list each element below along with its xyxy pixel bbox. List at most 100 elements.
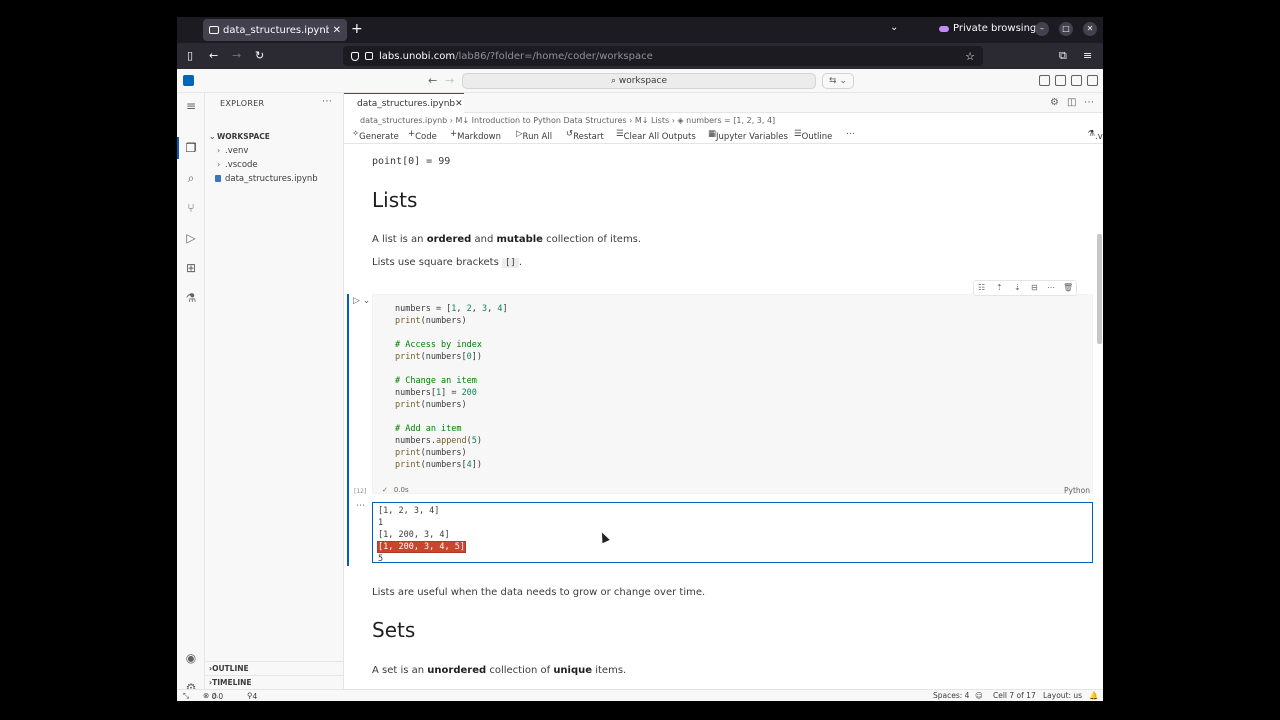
toggle-secondary-sidebar-icon[interactable]	[1087, 75, 1098, 86]
jupyter-variables-button[interactable]: ▦ Jupyter Variables	[708, 129, 788, 142]
menu-icon[interactable]: ≡	[1083, 49, 1092, 62]
code-cell[interactable]: numbers = [1, 2, 3, 4] print(numbers) # …	[372, 294, 1093, 494]
delete-cell-icon[interactable]: 🗑	[1063, 283, 1073, 292]
file-item-notebook[interactable]: data_structures.ipynb	[205, 172, 344, 186]
chevron-right-icon: ›	[217, 146, 221, 155]
search-icon: ⌕	[610, 76, 619, 86]
execution-time: 0.0s	[393, 486, 409, 494]
breadcrumb-subsection[interactable]: M↓ Lists	[635, 116, 669, 125]
ports-indicator[interactable]: ⚲ 4	[247, 691, 257, 701]
bookmark-star-icon[interactable]: ☆	[965, 50, 975, 63]
extensions-icon[interactable]: ⊞	[184, 261, 198, 275]
reload-icon[interactable]: ↻	[255, 49, 264, 62]
restart-button[interactable]: ↺ Restart	[566, 129, 604, 142]
breadcrumb: data_structures.ipynb › M↓ Introduction …	[360, 116, 776, 125]
copilot-icon[interactable]: ☺	[975, 691, 983, 700]
more-actions-icon[interactable]: ⋯	[322, 96, 332, 107]
layout-grid-icon[interactable]	[1039, 75, 1050, 86]
editor-scrollbar[interactable]	[1097, 234, 1102, 344]
problems-indicator[interactable]: ⊗ 0 ⚠ 0	[203, 691, 223, 701]
kernel-picker[interactable]: ⚗ .venv (Python 3.12.7)	[1087, 129, 1103, 142]
more-actions-icon[interactable]: ⋯	[846, 129, 855, 139]
explorer-files-icon[interactable]: ❐	[184, 141, 198, 155]
file-item-venv[interactable]: › .venv	[205, 144, 344, 158]
lists-paragraph-2: Lists use square brackets [].	[372, 257, 523, 268]
back-arrow-icon[interactable]: ←	[428, 74, 437, 87]
notifications-bell-icon[interactable]: 🔔	[1089, 691, 1098, 700]
command-center[interactable]: ⌕ workspace	[462, 73, 816, 89]
notebook-content: point[0] = 99 Lists A list is an ordered…	[344, 144, 1103, 689]
forward-arrow-icon[interactable]: →	[445, 74, 454, 87]
testing-flask-icon[interactable]: ⚗	[184, 291, 198, 305]
output-more-icon[interactable]: ⋯	[356, 501, 365, 511]
close-tab-icon[interactable]: ✕	[333, 25, 341, 36]
more-actions-icon[interactable]: ⋯	[1084, 97, 1094, 108]
sets-heading: Sets	[372, 618, 416, 642]
add-code-button[interactable]: + Code	[408, 129, 437, 142]
run-debug-icon[interactable]: ▷	[184, 231, 198, 245]
keyboard-layout-indicator[interactable]: Layout: us	[1043, 691, 1082, 700]
output-line: [1, 2, 3, 4]	[378, 506, 440, 516]
cell-output[interactable]: [1, 2, 3, 4] 1 [1, 200, 3, 4] [1, 200, 3…	[372, 502, 1093, 564]
indentation-indicator[interactable]: Spaces: 4	[933, 691, 969, 700]
editor-tab-notebook[interactable]: data_structures.ipynb ✕	[344, 93, 464, 113]
toggle-sidebar-icon[interactable]	[1055, 75, 1066, 86]
new-tab-icon[interactable]: +	[351, 21, 363, 37]
code-editor[interactable]: numbers = [1, 2, 3, 4] print(numbers) # …	[395, 303, 508, 471]
forward-arrow-icon[interactable]: →	[232, 49, 241, 62]
cell-position-indicator[interactable]: Cell 7 of 17	[993, 691, 1036, 700]
command-center-label: workspace	[618, 76, 668, 86]
split-editor-icon[interactable]: ◫	[1067, 97, 1076, 108]
output-line: [1, 200, 3, 4]	[378, 530, 450, 540]
screen-frame: data_structures.ipynb - w ✕ + ⌄ Private …	[177, 17, 1103, 701]
explorer-sidebar: EXPLORER ⋯ ⌄WORKSPACE › .venv › .vscode da…	[205, 93, 344, 689]
chevron-down-icon: ⌄	[209, 132, 216, 141]
workspace-label: WORKSPACE	[217, 132, 270, 141]
breadcrumb-file[interactable]: data_structures.ipynb	[360, 116, 447, 125]
sidebar-toggle-icon[interactable]: ▯	[187, 49, 193, 62]
workspace-section[interactable]: ⌄WORKSPACE	[205, 130, 344, 144]
explorer-title: EXPLORER	[220, 99, 265, 108]
add-markdown-button[interactable]: + Markdown	[450, 129, 501, 142]
breadcrumb-section[interactable]: M↓ Introduction to Python Data Structure…	[456, 116, 627, 125]
back-arrow-icon[interactable]: ←	[209, 49, 218, 62]
toggle-panel-icon[interactable]	[1071, 75, 1082, 86]
outline-section[interactable]: ›OUTLINE	[205, 661, 344, 675]
more-actions-icon[interactable]: ⋯	[1047, 283, 1055, 292]
lists-paragraph-1: A list is an ordered and mutable collect…	[372, 234, 642, 245]
file-name: .venv	[225, 146, 249, 156]
clear-outputs-button[interactable]: ☰ Clear All Outputs	[616, 129, 696, 142]
url-bar[interactable]: labs.unobi.com /lab86/?folder=/home/code…	[343, 46, 983, 66]
browser-tab[interactable]: data_structures.ipynb - w ✕	[203, 19, 347, 41]
outline-button[interactable]: ☰ Outline	[794, 129, 832, 142]
maximize-icon[interactable]: □	[1059, 22, 1073, 36]
file-name: .vscode	[225, 160, 258, 170]
status-bar: ⤡ ⊗ 0 ⚠ 0 ⚲ 4 Spaces: 4 ☺ Cell 7 of 17 L…	[177, 689, 1103, 701]
run-cell-icon[interactable]: ▷ ⌄	[353, 296, 370, 306]
generate-button[interactable]: ✧ Generate	[352, 129, 399, 142]
chevron-down-icon[interactable]: ⌄	[890, 22, 898, 33]
file-item-vscode[interactable]: › .vscode	[205, 158, 344, 172]
timeline-section[interactable]: ›TIMELINE	[205, 675, 344, 689]
gear-icon[interactable]: ⚙	[1050, 97, 1059, 108]
browser-tab-bar: data_structures.ipynb - w ✕ + ⌄ Private …	[177, 17, 1103, 43]
hamburger-menu-icon[interactable]: ≡	[184, 99, 198, 113]
vscode-title-bar: ← → ⌕ workspace ⇆ ⌄	[177, 69, 1103, 93]
run-all-button[interactable]: ▷ Run All	[516, 129, 552, 142]
account-icon[interactable]: ◉	[184, 651, 198, 665]
execute-above-icon[interactable]: ⇡	[996, 283, 1003, 292]
execute-below-icon[interactable]: ⇣	[1014, 283, 1021, 292]
close-window-icon[interactable]: ✕	[1083, 22, 1097, 36]
search-icon[interactable]: ⌕	[184, 171, 198, 185]
split-cell-icon[interactable]: ⊟	[1031, 283, 1038, 292]
extensions-icon[interactable]: ⧉	[1059, 49, 1067, 63]
copilot-button[interactable]: ⇆ ⌄	[822, 73, 854, 89]
run-by-line-icon[interactable]: ☷	[978, 283, 985, 292]
remote-icon[interactable]: ⤡	[183, 691, 189, 701]
cell-language[interactable]: Python	[1064, 486, 1090, 495]
timeline-label: TIMELINE	[212, 678, 252, 687]
breadcrumb-symbol[interactable]: numbers = [1, 2, 3, 4]	[686, 116, 775, 125]
minimize-icon[interactable]: –	[1035, 22, 1049, 36]
source-control-icon[interactable]: ⑂	[184, 201, 198, 215]
close-icon[interactable]: ✕	[455, 99, 463, 109]
